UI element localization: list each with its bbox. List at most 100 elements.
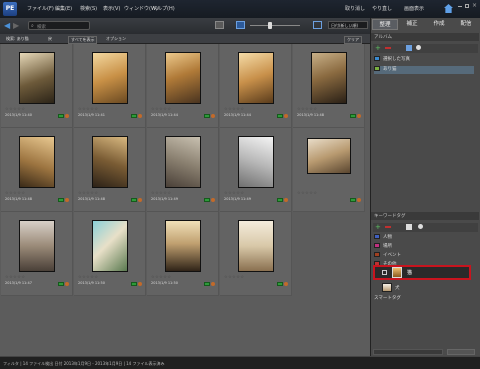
rating-stars[interactable]: ☆☆☆☆☆ (5, 106, 25, 111)
rating-stars[interactable]: ☆☆☆☆☆ (297, 190, 317, 195)
rating-stars[interactable]: ☆☆☆☆☆ (151, 274, 171, 279)
tag-label: 人物 (383, 235, 392, 240)
tab-organize[interactable]: 整理 (372, 19, 398, 30)
photo-thumbnail[interactable] (165, 52, 201, 104)
photo-thumbnail[interactable] (19, 220, 55, 272)
photo-thumbnail[interactable] (238, 52, 274, 104)
add-album-icon[interactable]: + (375, 44, 381, 52)
back-arrow-icon[interactable]: ◀ (4, 21, 10, 30)
tab-fix[interactable]: 補正 (399, 19, 425, 30)
photo-cell[interactable]: ☆☆☆☆☆ 2013/1/9 11:50 (147, 212, 219, 296)
add-tag-icon[interactable]: + (375, 223, 381, 231)
maximize-icon[interactable] (465, 4, 469, 8)
options-menu[interactable]: オプション (106, 36, 126, 42)
tag-category-events[interactable]: イベント (374, 252, 474, 260)
zoom-slider-handle[interactable] (268, 22, 272, 29)
zoom-slider[interactable] (250, 25, 300, 26)
photo-cell[interactable]: ☆☆☆☆☆ 2013/1/9 11:50 (74, 212, 146, 296)
menu-file[interactable]: ファイル(F) (27, 5, 54, 12)
rating-stars[interactable]: ☆☆☆☆☆ (151, 106, 171, 111)
tag-item-dog[interactable]: 犬 (382, 283, 480, 292)
redo-button[interactable]: やり直し (372, 5, 392, 12)
menu-help[interactable]: ヘルプ(H) (152, 5, 175, 12)
rating-stars[interactable]: ☆☆☆☆☆ (78, 190, 98, 195)
people-tag-icon (284, 282, 288, 286)
photo-thumbnail[interactable] (165, 136, 201, 188)
rating-stars[interactable]: ☆☆☆☆☆ (224, 190, 244, 195)
photo-cell[interactable]: ☆☆☆☆☆ 2013/1/9 11:48 (293, 44, 365, 128)
photo-cell[interactable]: ☆☆☆☆☆ (293, 128, 365, 212)
photo-cell[interactable]: ☆☆☆☆☆ 2013/1/9 11:44 (147, 44, 219, 128)
back-button[interactable]: 戻 (48, 36, 52, 42)
photo-thumbnail[interactable] (307, 138, 351, 174)
photo-cell[interactable]: ☆☆☆☆☆ 2013/1/9 11:47 (1, 212, 73, 296)
delete-tag-icon[interactable] (385, 226, 391, 228)
photo-thumbnail[interactable] (19, 136, 55, 188)
photo-cell[interactable]: ☆☆☆☆☆ 2013/1/9 11:48 (1, 128, 73, 212)
thumbnail-view-icon[interactable] (236, 21, 245, 29)
rating-stars[interactable]: ☆☆☆☆☆ (5, 190, 25, 195)
clear-button[interactable]: クリア (344, 35, 362, 44)
photo-thumbnail[interactable] (19, 52, 55, 104)
edit-tag-icon[interactable] (406, 224, 412, 230)
photo-cell[interactable]: ☆☆☆☆☆ 2013/1/9 11:49 (220, 128, 292, 212)
photo-thumbnail[interactable] (92, 52, 128, 104)
tag-input[interactable] (373, 349, 443, 355)
album-search-icon[interactable] (416, 45, 421, 50)
photo-thumbnail[interactable] (92, 220, 128, 272)
forward-arrow-icon[interactable]: ▶ (13, 21, 19, 30)
tag-item-cat-selected[interactable] (373, 265, 471, 280)
rating-stars[interactable]: ☆☆☆☆☆ (224, 106, 244, 111)
sort-select[interactable]: 日付(新しい順) (328, 21, 368, 29)
tag-label: スマートタグ (374, 296, 401, 301)
delete-album-icon[interactable] (385, 47, 391, 49)
app-logo: PE (3, 2, 17, 16)
photo-thumbnail[interactable] (238, 136, 274, 188)
rating-stars[interactable]: ☆☆☆☆☆ (297, 106, 317, 111)
photo-cell[interactable]: ☆☆☆☆☆ 2013/1/9 11:48 (74, 128, 146, 212)
photo-date: 2013/1/9 11:48 (78, 197, 105, 201)
view-toggle-icon[interactable] (215, 21, 224, 29)
photo-thumbnail[interactable] (311, 52, 347, 104)
tag-search-icon[interactable] (418, 224, 423, 229)
photo-date: 2013/1/9 11:40 (5, 113, 32, 117)
smart-tags[interactable]: スマートタグ (374, 295, 474, 303)
rating-stars[interactable]: ☆☆☆☆☆ (78, 274, 98, 279)
edit-album-icon[interactable] (406, 45, 412, 51)
undo-button[interactable]: 取り消し (345, 5, 365, 12)
show-all-button[interactable]: すべてを表示 (68, 35, 98, 44)
display-button[interactable]: 画面表示 (404, 5, 424, 12)
rating-stars[interactable]: ☆☆☆☆☆ (224, 274, 244, 279)
menu-view[interactable]: 表示(V) (103, 5, 120, 12)
tab-create[interactable]: 作成 (426, 19, 452, 30)
photo-thumbnail[interactable] (238, 220, 274, 272)
photo-cell[interactable]: ☆☆☆☆☆ 2013/1/9 11:44 (220, 44, 292, 128)
photo-thumbnail[interactable] (165, 220, 201, 272)
events-icon (374, 252, 380, 257)
photo-cell[interactable]: ☆☆☆☆☆ 2013/1/9 11:49 (147, 128, 219, 212)
photo-date: 2013/1/9 11:49 (151, 197, 178, 201)
tag-category-people[interactable]: 人物 (374, 234, 474, 242)
tag-category-places[interactable]: 場所 (374, 243, 474, 251)
album-item-arineko[interactable]: あり猫 (374, 66, 474, 74)
photo-cell[interactable]: ☆☆☆☆☆ 2013/1/9 11:40 (1, 44, 73, 128)
photo-date: 2013/1/9 11:44 (151, 113, 178, 117)
fit-icon[interactable] (313, 21, 322, 29)
rating-stars[interactable]: ☆☆☆☆☆ (5, 274, 25, 279)
rating-stars[interactable]: ☆☆☆☆☆ (151, 190, 171, 195)
photo-cell[interactable]: ☆☆☆☆☆ 2013/1/9 11:41 (74, 44, 146, 128)
close-icon[interactable]: × (472, 2, 477, 9)
album-item-selected[interactable]: 選択した写真 (374, 56, 474, 64)
search-input[interactable]: ⌕ 検索 (28, 21, 90, 30)
minimize-icon[interactable] (458, 6, 462, 7)
tab-share[interactable]: 配信 (453, 19, 479, 30)
photo-cell[interactable]: ☆☆☆☆☆ (220, 212, 292, 296)
tag-apply-button[interactable] (447, 349, 475, 355)
menu-find[interactable]: 検索(S) (80, 5, 97, 12)
photo-thumbnail[interactable] (92, 136, 128, 188)
rating-stars[interactable]: ☆☆☆☆☆ (78, 106, 98, 111)
menu-edit[interactable]: 編集(E) (55, 5, 72, 12)
albums-header[interactable]: アルバム (371, 33, 479, 41)
checkbox[interactable] (382, 270, 387, 275)
keywords-header[interactable]: キーワードタグ (371, 212, 479, 220)
